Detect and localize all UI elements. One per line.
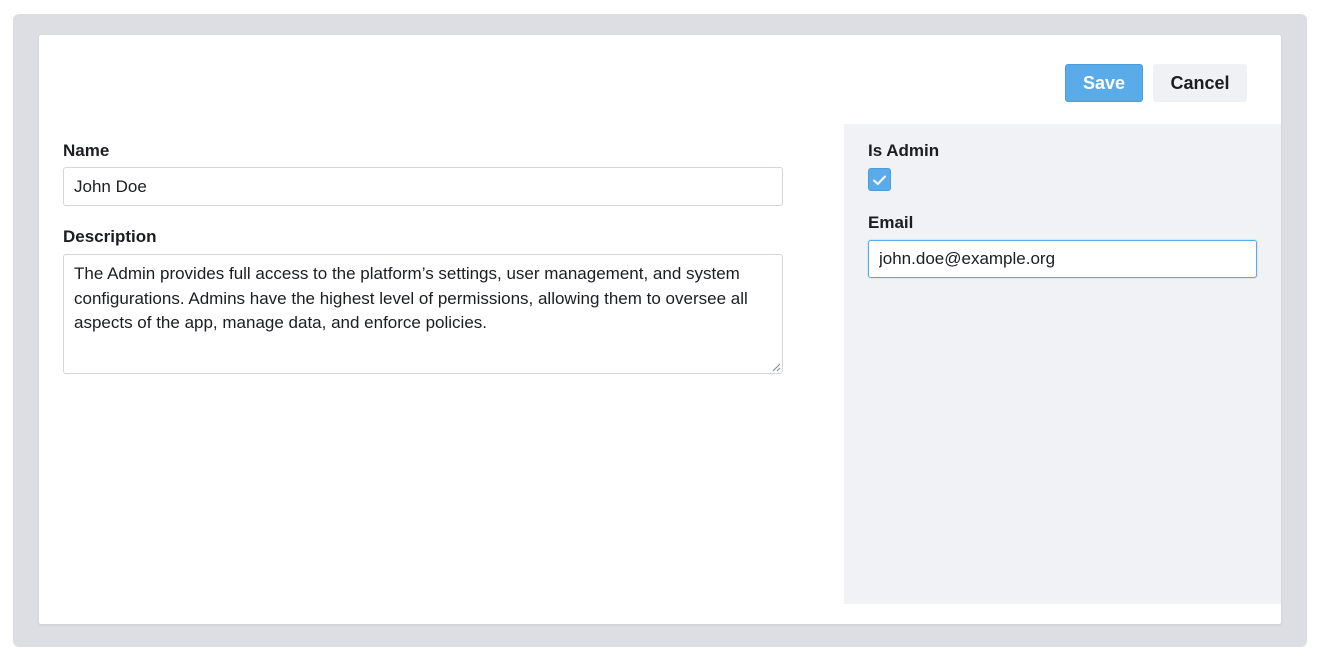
is-admin-label: Is Admin — [868, 141, 940, 160]
side-panel: Is Admin Email — [844, 124, 1281, 604]
description-label: Description — [63, 227, 157, 246]
check-icon — [873, 175, 886, 185]
email-input[interactable] — [868, 240, 1257, 278]
description-wrapper: The Admin provides full access to the pl… — [63, 254, 783, 374]
is-admin-checkbox[interactable] — [868, 168, 891, 191]
resize-grip-icon[interactable] — [771, 362, 781, 372]
description-textarea[interactable]: The Admin provides full access to the pl… — [63, 254, 783, 374]
email-label: Email — [868, 213, 914, 232]
name-label: Name — [63, 141, 110, 160]
name-input[interactable] — [63, 167, 783, 206]
cancel-button[interactable]: Cancel — [1153, 64, 1247, 102]
edit-user-card: Save Cancel Name Description The Admin p… — [39, 35, 1281, 624]
save-button[interactable]: Save — [1065, 64, 1143, 102]
